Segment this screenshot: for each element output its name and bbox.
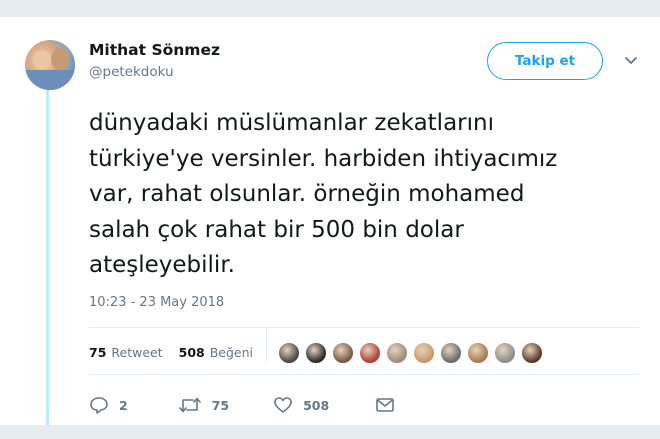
liker-3-avatar[interactable] [332,342,354,364]
tweet-line: dünyadaki müslümanlar zekatlarını [89,110,494,136]
retweet-action-count: 75 [211,397,230,413]
reply-count: 2 [119,397,128,413]
stats-bottom-divider [89,374,639,375]
follow-button[interactable]: Takip et [487,42,603,80]
direct-message-action[interactable] [375,397,395,413]
liker-10-avatar[interactable] [521,342,543,364]
tweet-line: var, rahat olsunlar. örneğin mohamed [89,181,525,207]
tweet-line: salah çok rahat bir 500 bin dolar [89,216,464,243]
reply-icon [90,397,108,414]
stats-top-divider [89,327,639,328]
tweet-line: türkiye'ye versinler. harbiden ihtiyacım… [89,145,558,172]
envelope-icon [376,398,395,412]
liker-2-avatar[interactable] [305,342,327,364]
liker-8-avatar[interactable] [467,342,489,364]
like-action[interactable]: 508 [273,396,329,414]
retweet-count[interactable]: 75 [89,345,106,360]
liker-5-avatar[interactable] [386,342,408,364]
retweet-icon [178,397,201,413]
like-count[interactable]: 508 [179,345,205,360]
liker-6-avatar[interactable] [413,342,435,364]
tweet-stats: 75 Retweet 508 Beğeni [89,345,253,360]
retweet-action[interactable]: 75 [178,396,229,414]
liker-4-avatar[interactable] [359,342,381,364]
reply-action[interactable]: 2 [89,396,128,414]
liker-7-avatar[interactable] [440,342,462,364]
tweet-text: dünyadaki müslümanlar zekatlarını türkiy… [89,106,629,284]
liker-9-avatar[interactable] [494,342,516,364]
thread-line [46,80,49,425]
tweet-actions: 2 75 508 [89,396,395,414]
chevron-down-icon[interactable] [623,54,639,68]
like-action-count: 508 [303,397,330,413]
stats-separator [266,328,267,362]
like-label[interactable]: Beğeni [210,345,253,360]
liker-1-avatar[interactable] [278,342,300,364]
heart-icon [274,397,292,413]
author-name[interactable]: Mithat Sönmez [89,41,220,59]
tweet-line: ateşleyebilir. [89,252,235,278]
tweet-timestamp[interactable]: 10:23 - 23 May 2018 [89,295,224,310]
retweet-label[interactable]: Retweet [111,345,162,360]
author-handle[interactable]: @petekdoku [89,64,174,80]
author-avatar[interactable] [25,40,75,90]
